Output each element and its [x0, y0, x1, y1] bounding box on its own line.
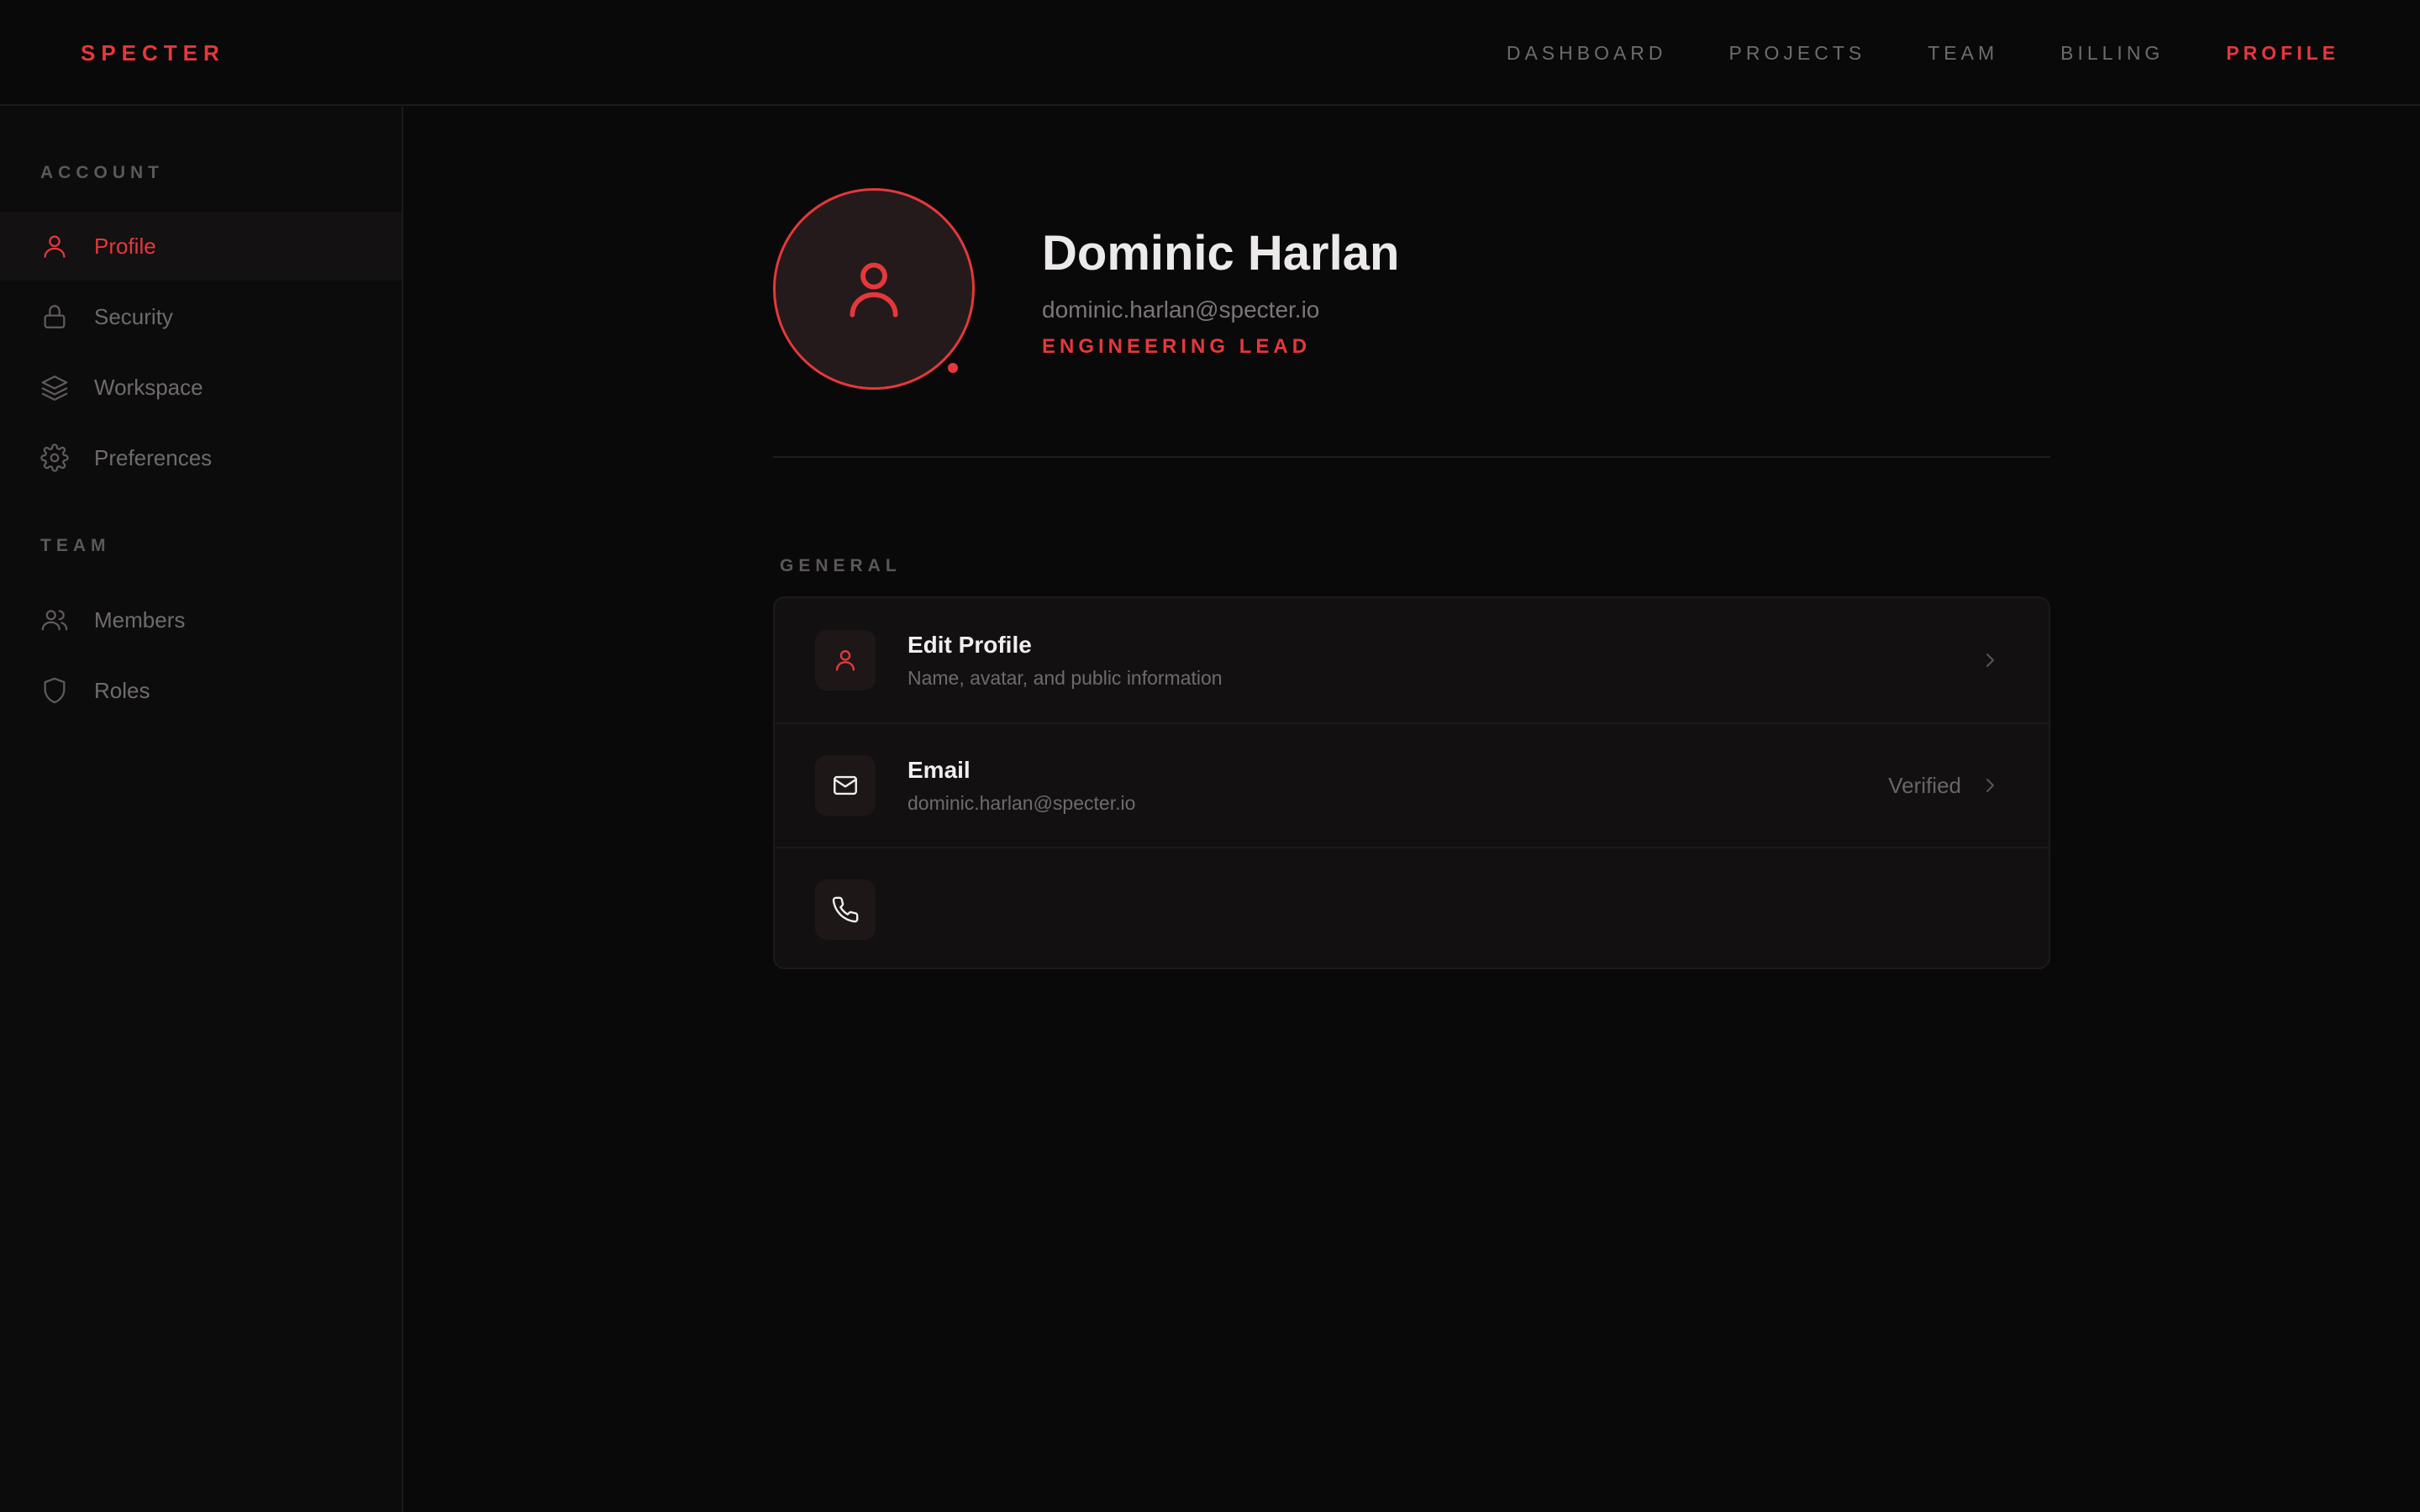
nav-dashboard[interactable]: DASHBOARD [1507, 42, 1667, 65]
layers-icon [40, 373, 69, 402]
sidebar: ACCOUNT Profile Security Workspace Prefe… [0, 107, 403, 1512]
sidebar-item-label: Security [94, 303, 173, 329]
sidebar-item-label: Members [94, 606, 186, 633]
profile-role: ENGINEERING LEAD [1042, 335, 1312, 358]
sidebar-item-roles[interactable]: Roles [0, 656, 402, 725]
sidebar-item-label: Roles [94, 677, 150, 703]
row-title: Email [908, 756, 971, 783]
sidebar-item-label: Workspace [94, 374, 203, 400]
user-icon [815, 630, 876, 690]
user-icon [40, 232, 69, 260]
chevron-right-icon [1980, 650, 2000, 670]
online-status-dot [945, 360, 960, 375]
settings-card: Edit Profile Name, avatar, and public in… [773, 596, 2050, 969]
profile-email: dominic.harlan@specter.io [1042, 297, 1320, 323]
chevron-right-icon [1980, 775, 2000, 795]
row-text: Edit Profile Name, avatar, and public in… [908, 632, 1223, 690]
gear-icon [40, 444, 69, 472]
nav-projects[interactable]: PROJECTS [1729, 42, 1866, 65]
sidebar-item-profile[interactable]: Profile [0, 212, 402, 281]
sidebar-item-members[interactable]: Members [0, 585, 402, 654]
nav-billing[interactable]: BILLING [2060, 42, 2164, 65]
top-navbar: SPECTER DASHBOARD PROJECTS TEAM BILLING … [0, 0, 2420, 106]
row-phone[interactable] [775, 847, 2049, 968]
sidebar-item-security[interactable]: Security [0, 282, 402, 351]
row-title: Edit Profile [908, 631, 1032, 658]
brand-logo[interactable]: SPECTER [81, 40, 225, 66]
verified-status: Verified [1888, 772, 1961, 798]
row-email[interactable]: Email dominic.harlan@specter.io Verified [775, 722, 2049, 847]
users-icon [40, 606, 69, 634]
sidebar-section-team: TEAM [40, 536, 111, 555]
sidebar-section-account: ACCOUNT [40, 163, 164, 182]
sidebar-item-label: Preferences [94, 444, 213, 470]
page-title: Dominic Harlan [1042, 226, 1400, 281]
sidebar-item-label: Profile [94, 233, 156, 259]
shield-icon [40, 676, 69, 705]
nav-team[interactable]: TEAM [1928, 42, 1998, 65]
row-subtitle: dominic.harlan@specter.io [908, 791, 1136, 814]
nav-profile[interactable]: PROFILE [2226, 42, 2339, 65]
user-icon [850, 262, 898, 318]
section-title-general: GENERAL [780, 556, 902, 575]
lock-icon [40, 302, 69, 331]
avatar[interactable] [773, 188, 975, 390]
phone-icon [815, 879, 876, 940]
top-nav: DASHBOARD PROJECTS TEAM BILLING PROFILE [1507, 0, 2339, 106]
divider [773, 456, 2050, 458]
sidebar-item-preferences[interactable]: Preferences [0, 423, 402, 492]
row-subtitle: Name, avatar, and public information [908, 666, 1223, 689]
sidebar-item-workspace[interactable]: Workspace [0, 353, 402, 422]
row-text: Email dominic.harlan@specter.io [908, 757, 1135, 815]
mail-icon [815, 755, 876, 816]
row-edit-profile[interactable]: Edit Profile Name, avatar, and public in… [775, 598, 2049, 722]
